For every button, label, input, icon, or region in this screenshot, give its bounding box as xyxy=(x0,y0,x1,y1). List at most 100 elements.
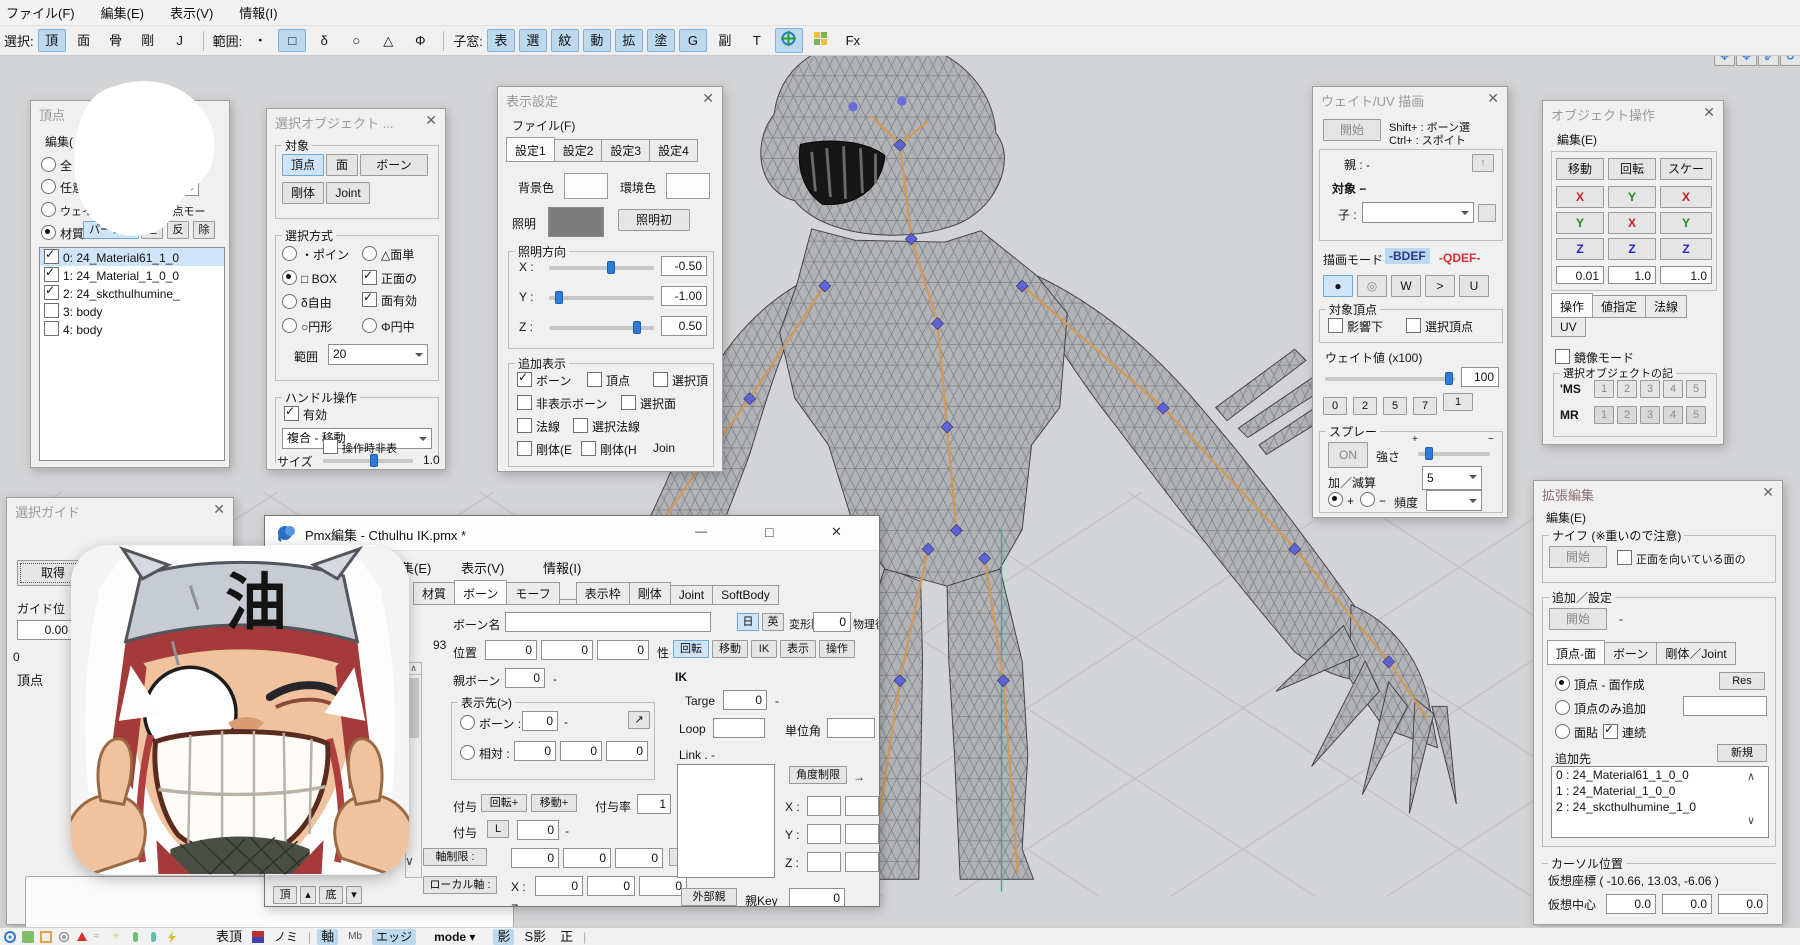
check-selected-normal[interactable]: 選択法線 xyxy=(573,418,640,435)
self-shadow-toggle[interactable]: S影 xyxy=(520,929,550,945)
ik-target-field[interactable]: 0 xyxy=(723,690,767,710)
orange-square-icon[interactable] xyxy=(40,931,52,943)
check-continuous[interactable]: 連続 xyxy=(1603,724,1646,741)
front-toggle[interactable]: 正 xyxy=(556,929,577,945)
res-button[interactable]: Res xyxy=(1719,672,1765,690)
move-x-button[interactable]: X xyxy=(1556,186,1604,208)
fx-toggle[interactable]: Fx xyxy=(839,29,867,52)
maximize-icon[interactable]: □ xyxy=(765,524,773,540)
preset-7-button[interactable]: 7 xyxy=(1413,397,1437,415)
subwin-extend-toggle[interactable]: 拡 xyxy=(615,29,643,52)
subwin-select-toggle[interactable]: 選 xyxy=(519,29,547,52)
dest-scroll-down-icon[interactable]: ∨ xyxy=(1747,814,1755,827)
nomi-toggle[interactable]: ノミ xyxy=(270,929,302,945)
tab-settings1[interactable]: 設定1 xyxy=(506,137,555,162)
target-bone-button[interactable]: ボーン xyxy=(360,154,428,176)
weight-value-field[interactable]: 100 xyxy=(1461,367,1499,387)
radio-dest-bone[interactable]: ボーン : xyxy=(460,715,521,732)
check-rigid-h[interactable]: 剛体(H xyxy=(581,441,637,458)
tab-normal[interactable]: 法線 xyxy=(1645,295,1687,318)
axislim-z-field[interactable]: 0 xyxy=(615,848,663,868)
move-button[interactable]: 移動 xyxy=(1556,158,1604,180)
ms-3-button[interactable]: 3 xyxy=(1640,380,1660,398)
dest-list-item[interactable]: 2 : 24_skcthulhumine_1_0 xyxy=(1552,799,1768,815)
extedit-edit-menu[interactable]: 編集(E) xyxy=(1546,509,1586,526)
radio-box[interactable]: □ BOX xyxy=(282,270,337,286)
grant-move-button[interactable]: 移動+ xyxy=(531,794,577,812)
ms-5-button[interactable]: 5 xyxy=(1686,380,1706,398)
subwin-pattern-toggle[interactable]: 紋 xyxy=(551,29,579,52)
range-size-combo[interactable]: 20 xyxy=(328,344,428,365)
axis-limit-label-button[interactable]: 軸制限 : xyxy=(423,848,487,866)
teal-pill-icon[interactable] xyxy=(148,931,160,943)
new-material-button[interactable]: 新規 xyxy=(1717,744,1767,762)
spray-on-button[interactable]: ON xyxy=(1328,442,1368,468)
light-y-slider[interactable] xyxy=(549,296,654,300)
tab-softbody[interactable]: SoftBody xyxy=(712,585,779,605)
light-y-value[interactable]: -1.00 xyxy=(661,286,707,306)
subwin-sub-toggle[interactable]: 副 xyxy=(711,29,739,52)
external-parent-button[interactable]: 外部親 xyxy=(681,888,737,906)
handle-size-slider[interactable] xyxy=(323,459,413,463)
scroll-thumb[interactable] xyxy=(408,678,419,738)
pos-x-field[interactable]: 0 xyxy=(485,640,537,660)
add-dest-listbox[interactable]: 0 : 24_Material61_1_0_0 1 : 24_Material_… xyxy=(1551,766,1769,838)
lightning-icon[interactable] xyxy=(166,931,178,943)
angle-y2-field[interactable] xyxy=(845,824,879,844)
tab-material[interactable]: 材質 xyxy=(413,582,455,605)
wave-icon[interactable]: ≈ xyxy=(94,931,106,943)
deform-layer-field[interactable]: 0 xyxy=(813,612,851,632)
check-selected-face[interactable]: 選択面 xyxy=(621,395,676,412)
check-handle-enable[interactable]: 有効 xyxy=(284,406,327,423)
weight-start-button[interactable]: 開始 xyxy=(1323,119,1381,141)
spray-strength-slider[interactable] xyxy=(1418,452,1490,456)
add-start-button[interactable]: 開始 xyxy=(1549,608,1607,630)
tab-settings2[interactable]: 設定2 xyxy=(554,139,603,162)
tab-rigid[interactable]: 剛体 xyxy=(629,582,671,605)
en-toggle[interactable]: 英 xyxy=(762,613,784,631)
check-mirror-mode[interactable]: 鏡像モード xyxy=(1555,349,1634,366)
angle-x1-field[interactable] xyxy=(807,796,841,816)
mr-5-button[interactable]: 5 xyxy=(1686,406,1706,424)
light-z-value[interactable]: 0.50 xyxy=(661,316,707,336)
dest-list-item[interactable]: 1 : 24_Material_1_0_0 xyxy=(1552,783,1768,799)
tab-settings4[interactable]: 設定4 xyxy=(649,139,698,162)
panel-titlebar[interactable]: 拡張編集✕ xyxy=(1534,481,1782,505)
subwin-g-toggle[interactable]: G xyxy=(679,29,707,52)
brush-u-button[interactable]: U xyxy=(1459,275,1489,297)
knife-start-button[interactable]: 開始 xyxy=(1549,546,1607,568)
parent-bone-field[interactable]: 0 xyxy=(505,668,545,688)
mr-2-button[interactable]: 2 xyxy=(1617,406,1637,424)
subwin-display-toggle[interactable]: 表 xyxy=(487,29,515,52)
mr-4-button[interactable]: 4 xyxy=(1663,406,1683,424)
menu-info[interactable]: 情報(I) xyxy=(239,3,277,22)
dest-pick-button[interactable]: ↗ xyxy=(628,711,650,729)
check-front-facing[interactable]: 正面を向いている面の xyxy=(1617,550,1746,567)
panel-titlebar[interactable]: 表示設定✕ xyxy=(498,87,722,111)
menu-view[interactable]: 表示(V) xyxy=(170,3,213,22)
check-selected-vertex[interactable]: 選択頂点 xyxy=(1406,318,1473,335)
bdef-mode-toggle[interactable]: -BDEF xyxy=(1385,248,1430,264)
check-face-valid[interactable]: 面有効 xyxy=(362,292,417,309)
pmx-menu-info[interactable]: 情報(I) xyxy=(543,558,581,577)
move-y-button[interactable]: Y xyxy=(1556,212,1604,234)
parent-up-button[interactable]: ↑ xyxy=(1472,154,1494,172)
subwin-paint-toggle[interactable]: 塗 xyxy=(647,29,675,52)
close-icon[interactable]: ✕ xyxy=(702,90,714,107)
to-bottom-button[interactable]: 底 xyxy=(319,886,343,904)
rotate-z-button[interactable]: Z xyxy=(1608,238,1656,260)
child-bone-combo[interactable] xyxy=(1362,202,1474,223)
scale-y-button[interactable]: Y xyxy=(1660,212,1712,234)
angle-z1-field[interactable] xyxy=(807,852,841,872)
preset-5-button[interactable]: 5 xyxy=(1383,397,1407,415)
shadow-toggle[interactable]: 影 xyxy=(493,929,514,945)
menu-file[interactable]: ファイル(F) xyxy=(6,3,75,22)
rel-y-field[interactable]: 0 xyxy=(560,741,602,761)
tab-settings3[interactable]: 設定3 xyxy=(601,139,650,162)
rel-z-field[interactable]: 0 xyxy=(606,741,648,761)
angle-y1-field[interactable] xyxy=(807,824,841,844)
ik-link-listbox[interactable] xyxy=(677,764,775,878)
target-face-button[interactable]: 面 xyxy=(326,154,358,176)
move-step-field[interactable]: 0.01 xyxy=(1556,266,1604,284)
radio-subtract[interactable]: − xyxy=(1360,492,1386,508)
